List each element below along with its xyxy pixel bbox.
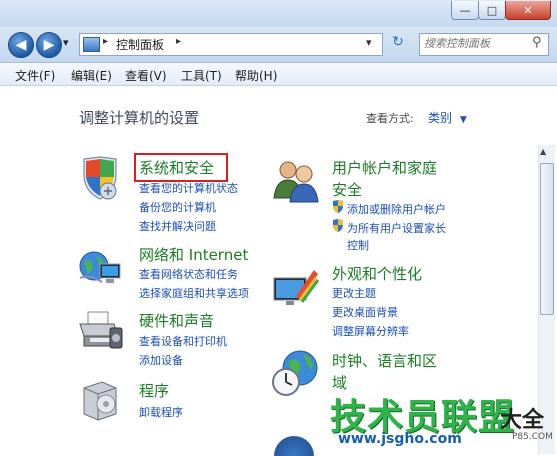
view-by-label: 查看方式: [366,112,414,125]
link-backup-computer[interactable]: 备份您的计算机 [139,199,216,215]
link-add-remove-users[interactable]: 添加或删除用户帐户 [347,201,446,217]
link-view-computer-status[interactable]: 查看您的计算机状态 [139,180,238,196]
category-system-security[interactable]: 系统和安全 [139,157,214,178]
appearance-icon [273,270,320,305]
minimize-button[interactable]: — [451,1,479,20]
menu-tools[interactable]: 工具(T) [181,67,222,84]
uac-shield-icon [333,219,343,232]
close-icon: ✕ [523,3,533,17]
minimize-icon: — [459,3,471,17]
back-arrow-icon: ◀ [15,37,27,53]
menu-view[interactable]: 查看(V) [125,67,167,84]
page-title: 调整计算机的设置 [79,109,200,127]
link-parental-controls-line2[interactable]: 控制 [347,237,369,253]
link-homegroup-sharing[interactable]: 选择家庭组和共享选项 [139,285,249,301]
refresh-icon: ↻ [392,34,404,50]
forward-button[interactable]: ▶ [36,32,62,58]
breadcrumb-control-panel[interactable]: 控制面板 [116,36,164,53]
printer-icon [79,311,123,349]
forward-arrow-icon: ▶ [43,37,55,53]
search-input[interactable] [420,34,524,53]
network-globe-icon [79,251,121,283]
link-add-device[interactable]: 添加设备 [139,352,183,368]
link-change-desktop-background[interactable]: 更改桌面背景 [332,304,398,320]
watermark-extra: 大全 [500,408,545,433]
scroll-thumb[interactable] [540,163,554,315]
address-field[interactable]: ▸ 控制面板 ▸ ▾ [79,33,383,56]
menu-help[interactable]: 帮助(H) [235,67,277,84]
link-change-theme[interactable]: 更改主题 [332,285,376,301]
refresh-button[interactable]: ↻ [386,34,410,54]
search-field[interactable]: ⚲ [419,33,549,56]
link-parental-controls[interactable]: 为所有用户设置家长 [347,220,446,236]
link-uninstall-program[interactable]: 卸载程序 [139,404,183,420]
recent-pages-dropdown[interactable]: ▾ [63,36,69,49]
chevron-down-icon: ▼ [459,115,467,125]
close-button[interactable]: ✕ [505,1,551,20]
menu-edit[interactable]: 编辑(E) [71,67,112,84]
watermark-url: www.jsgho.com [338,431,462,447]
shield-icon [83,156,117,200]
category-appearance[interactable]: 外观和个性化 [332,263,422,284]
address-dropdown-icon[interactable]: ▾ [366,36,372,49]
link-network-status[interactable]: 查看网络状态和任务 [139,266,238,282]
maximize-button[interactable]: □ [478,1,506,20]
link-troubleshoot[interactable]: 查找并解决问题 [139,218,216,234]
view-by-value: 类别 [428,111,453,125]
programs-icon [83,381,117,421]
breadcrumb-separator-icon: ▸ [176,36,182,47]
category-user-accounts[interactable]: 用户帐户和家庭 [332,157,437,178]
view-by-dropdown[interactable]: 类别 ▼ [428,109,467,126]
breadcrumb-separator-icon: ▸ [103,36,109,47]
back-button[interactable]: ◀ [8,32,34,58]
clock-globe-icon [272,350,318,396]
category-programs[interactable]: 程序 [139,380,169,401]
category-clock-language-region[interactable]: 时钟、语言和区 [332,350,437,371]
uac-shield-icon [333,200,343,213]
users-icon [273,161,319,203]
control-panel-icon [83,37,100,52]
maximize-icon: □ [486,3,498,17]
watermark-small: P85.COM [512,432,553,442]
scroll-up-icon[interactable]: ▲ [540,147,546,156]
category-hardware-sound[interactable]: 硬件和声音 [139,310,214,331]
category-network-internet[interactable]: 网络和 Internet [139,244,248,265]
search-icon[interactable]: ⚲ [532,35,542,50]
menu-file[interactable]: 文件(F) [15,67,55,84]
link-adjust-resolution[interactable]: 调整屏幕分辨率 [332,323,409,339]
category-user-accounts-line2[interactable]: 安全 [332,179,362,200]
link-devices-printers[interactable]: 查看设备和打印机 [139,333,227,349]
chevron-down-icon: ▾ [63,36,69,49]
